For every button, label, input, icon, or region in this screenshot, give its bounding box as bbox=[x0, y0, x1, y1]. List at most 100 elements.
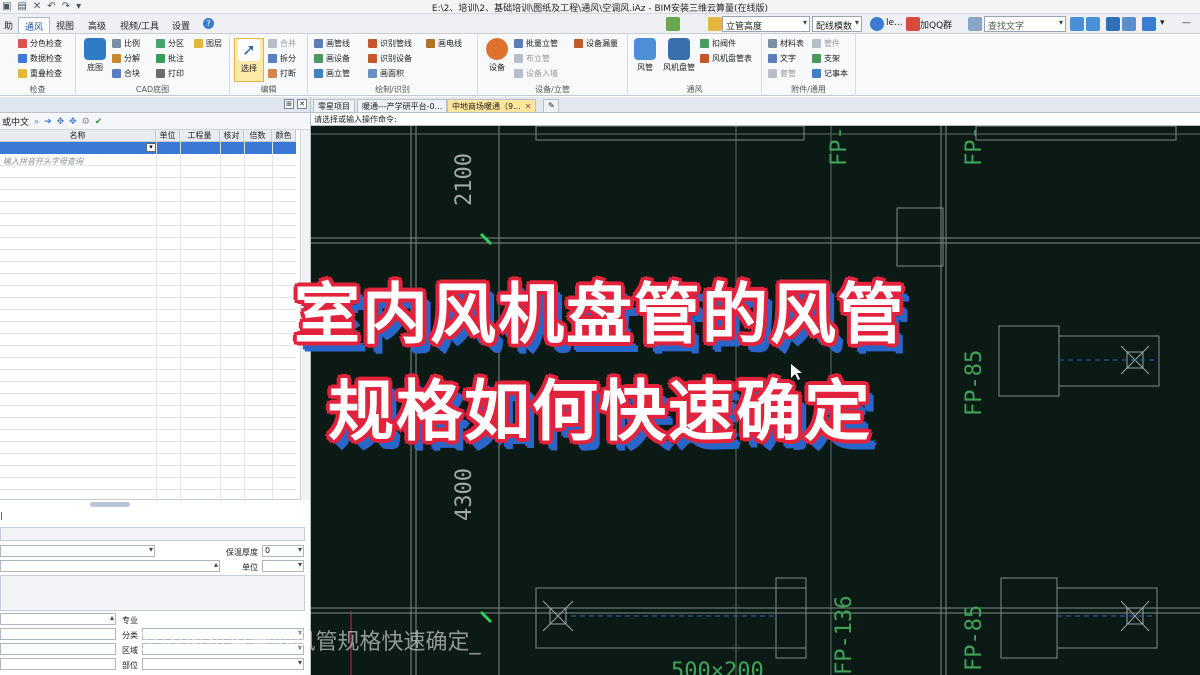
explode-button[interactable]: 分解 bbox=[112, 53, 140, 64]
table-row[interactable] bbox=[0, 214, 296, 226]
screen-icon[interactable] bbox=[1142, 17, 1156, 31]
tab-settings[interactable]: 设置 bbox=[166, 17, 196, 33]
tab-video-tools[interactable]: 视频/工具 bbox=[114, 17, 165, 33]
print-button[interactable]: 打印 bbox=[156, 68, 184, 79]
replace-icon[interactable] bbox=[1122, 17, 1136, 31]
grid-icon[interactable] bbox=[968, 17, 982, 31]
text-button[interactable]: 文字 bbox=[768, 53, 796, 64]
find-next-icon[interactable] bbox=[1086, 17, 1100, 31]
table-row[interactable] bbox=[0, 478, 296, 490]
pane-splitter[interactable] bbox=[90, 502, 130, 507]
data-check-button[interactable]: 数据检查 bbox=[18, 53, 62, 64]
tab-view[interactable]: 视图 bbox=[50, 17, 80, 33]
floor-height-combo[interactable]: 立管高度 ▾ bbox=[722, 16, 810, 32]
col-color[interactable]: 颜色 bbox=[272, 130, 296, 142]
part-field[interactable] bbox=[0, 658, 116, 670]
overlap-check-button[interactable]: 重叠检查 bbox=[18, 68, 62, 79]
partition-button[interactable]: 分区 bbox=[156, 38, 184, 49]
col-quantity[interactable]: 工程量 bbox=[180, 130, 220, 142]
user-name[interactable]: le... bbox=[886, 18, 903, 28]
sleeve-button[interactable]: 套管 bbox=[768, 68, 796, 79]
table-row[interactable] bbox=[0, 226, 296, 238]
table-row[interactable] bbox=[0, 454, 296, 466]
close-tab-icon[interactable]: ✕ bbox=[525, 102, 532, 111]
col-unit[interactable]: 单位 bbox=[156, 130, 180, 142]
draw-area-button[interactable]: 画面积 bbox=[368, 68, 404, 79]
props-material-field[interactable]: ▴ bbox=[0, 560, 220, 572]
minimize-icon[interactable]: — bbox=[1182, 18, 1191, 28]
break-button[interactable]: 打断 bbox=[268, 68, 296, 79]
table-row[interactable] bbox=[0, 190, 296, 202]
table-row[interactable] bbox=[0, 466, 296, 478]
col-multiplier[interactable]: 倍数 bbox=[244, 130, 272, 142]
doc-tab-mall-hvac[interactable]: 中地商场暖通（9... ✕ bbox=[447, 99, 537, 113]
equipment-wall-button[interactable]: 设备入墙 bbox=[514, 68, 558, 79]
table-row[interactable] bbox=[0, 262, 296, 274]
duct-button[interactable]: 风管 bbox=[630, 38, 660, 73]
annotate-button[interactable]: 批注 bbox=[156, 53, 184, 64]
table-row[interactable] bbox=[0, 238, 296, 250]
fan-coil-button[interactable]: 风机盘管 bbox=[662, 38, 696, 73]
draw-pipe-button[interactable]: 画管线 bbox=[314, 38, 350, 49]
search-icon[interactable] bbox=[1106, 17, 1120, 31]
menu-arrow-icon[interactable]: ▾ bbox=[1160, 18, 1165, 28]
table-row[interactable] bbox=[0, 154, 296, 166]
material-table-button[interactable]: 材料表 bbox=[768, 38, 804, 49]
table-row[interactable] bbox=[0, 178, 296, 190]
modulus-combo[interactable]: 配线模数 ▾ bbox=[812, 16, 862, 32]
table-row[interactable] bbox=[0, 358, 296, 370]
command-line[interactable]: 请选择或输入操作命令: bbox=[311, 113, 1200, 126]
layer-icon[interactable] bbox=[666, 17, 680, 31]
identify-equipment-button[interactable]: 识别设备 bbox=[368, 53, 412, 64]
tab-advanced[interactable]: 高级 bbox=[82, 17, 112, 33]
col-name[interactable]: 名称 bbox=[0, 130, 156, 142]
search-icon[interactable]: ⌕ bbox=[34, 117, 39, 127]
tab-ventilation[interactable]: 通风 bbox=[18, 17, 51, 33]
insulation-select[interactable]: 0 ▾ bbox=[262, 545, 304, 557]
close-pane-icon[interactable]: ✕ bbox=[297, 99, 307, 109]
draw-riser-button[interactable]: 画立管 bbox=[314, 68, 350, 79]
table-row[interactable] bbox=[0, 250, 296, 262]
draw-wire-button[interactable]: 画电线 bbox=[426, 38, 462, 49]
join-qq-link[interactable]: 加QQ群 bbox=[920, 18, 952, 31]
new-tab-icon[interactable]: ✎ bbox=[543, 99, 559, 113]
fan-coil-table-button[interactable]: 风机盘管表 bbox=[700, 53, 752, 64]
doc-tab-hvac-platform[interactable]: 暖通---产学研平台-0... bbox=[357, 99, 448, 113]
color-check-button[interactable]: 分色检查 bbox=[18, 38, 62, 49]
move-icon[interactable]: ✥ bbox=[57, 117, 65, 127]
settings-icon[interactable]: ⚙ bbox=[82, 117, 90, 127]
equipment-missing-button[interactable]: 设备漏量 bbox=[574, 38, 618, 49]
props-notes-box[interactable] bbox=[0, 575, 305, 611]
unit-select[interactable]: ▾ bbox=[262, 560, 304, 572]
table-row[interactable] bbox=[0, 202, 296, 214]
table-row[interactable] bbox=[0, 166, 296, 178]
split-button[interactable]: 拆分 bbox=[268, 53, 296, 64]
identify-pipe-button[interactable]: 识别管线 bbox=[368, 38, 412, 49]
tab-help-partial[interactable]: 助 bbox=[0, 17, 19, 33]
find-prev-icon[interactable] bbox=[1070, 17, 1084, 31]
place-riser-button[interactable]: 布立管 bbox=[514, 53, 550, 64]
draw-equipment-button[interactable]: 画设备 bbox=[314, 53, 350, 64]
find-text-input[interactable]: 查找文字 ▾ bbox=[984, 16, 1066, 32]
fitting-button[interactable]: 管件 bbox=[812, 38, 840, 49]
scale-button[interactable]: 比例 bbox=[112, 38, 140, 49]
move-alt-icon[interactable]: ✥ bbox=[69, 117, 77, 127]
arrow-right-icon[interactable]: ➔ bbox=[44, 117, 52, 127]
pin-icon[interactable]: ⊞ bbox=[284, 99, 294, 109]
combine-button[interactable]: 合并 bbox=[268, 38, 296, 49]
col-check[interactable]: 核对 bbox=[220, 130, 244, 142]
layer-button[interactable]: 图层 bbox=[194, 38, 222, 49]
valve-button[interactable]: 扣阀件 bbox=[700, 38, 736, 49]
doc-tab-misc[interactable]: 零星项目 bbox=[313, 99, 355, 113]
check-icon[interactable]: ✔ bbox=[95, 117, 103, 127]
props-type-select[interactable]: ▾ bbox=[0, 545, 155, 557]
support-button[interactable]: 支架 bbox=[812, 53, 840, 64]
notepad-button[interactable]: 记事本 bbox=[812, 68, 848, 79]
part-select[interactable]: ▾ bbox=[142, 658, 304, 670]
merge-block-button[interactable]: 合块 bbox=[112, 68, 140, 79]
help-icon[interactable]: ? bbox=[203, 18, 214, 29]
equipment-button[interactable]: 设备 bbox=[482, 38, 512, 73]
batch-riser-button[interactable]: 批量立管 bbox=[514, 38, 558, 49]
selected-row[interactable]: ▾ bbox=[0, 142, 296, 154]
select-button[interactable]: ➚ 选择 bbox=[234, 38, 264, 82]
